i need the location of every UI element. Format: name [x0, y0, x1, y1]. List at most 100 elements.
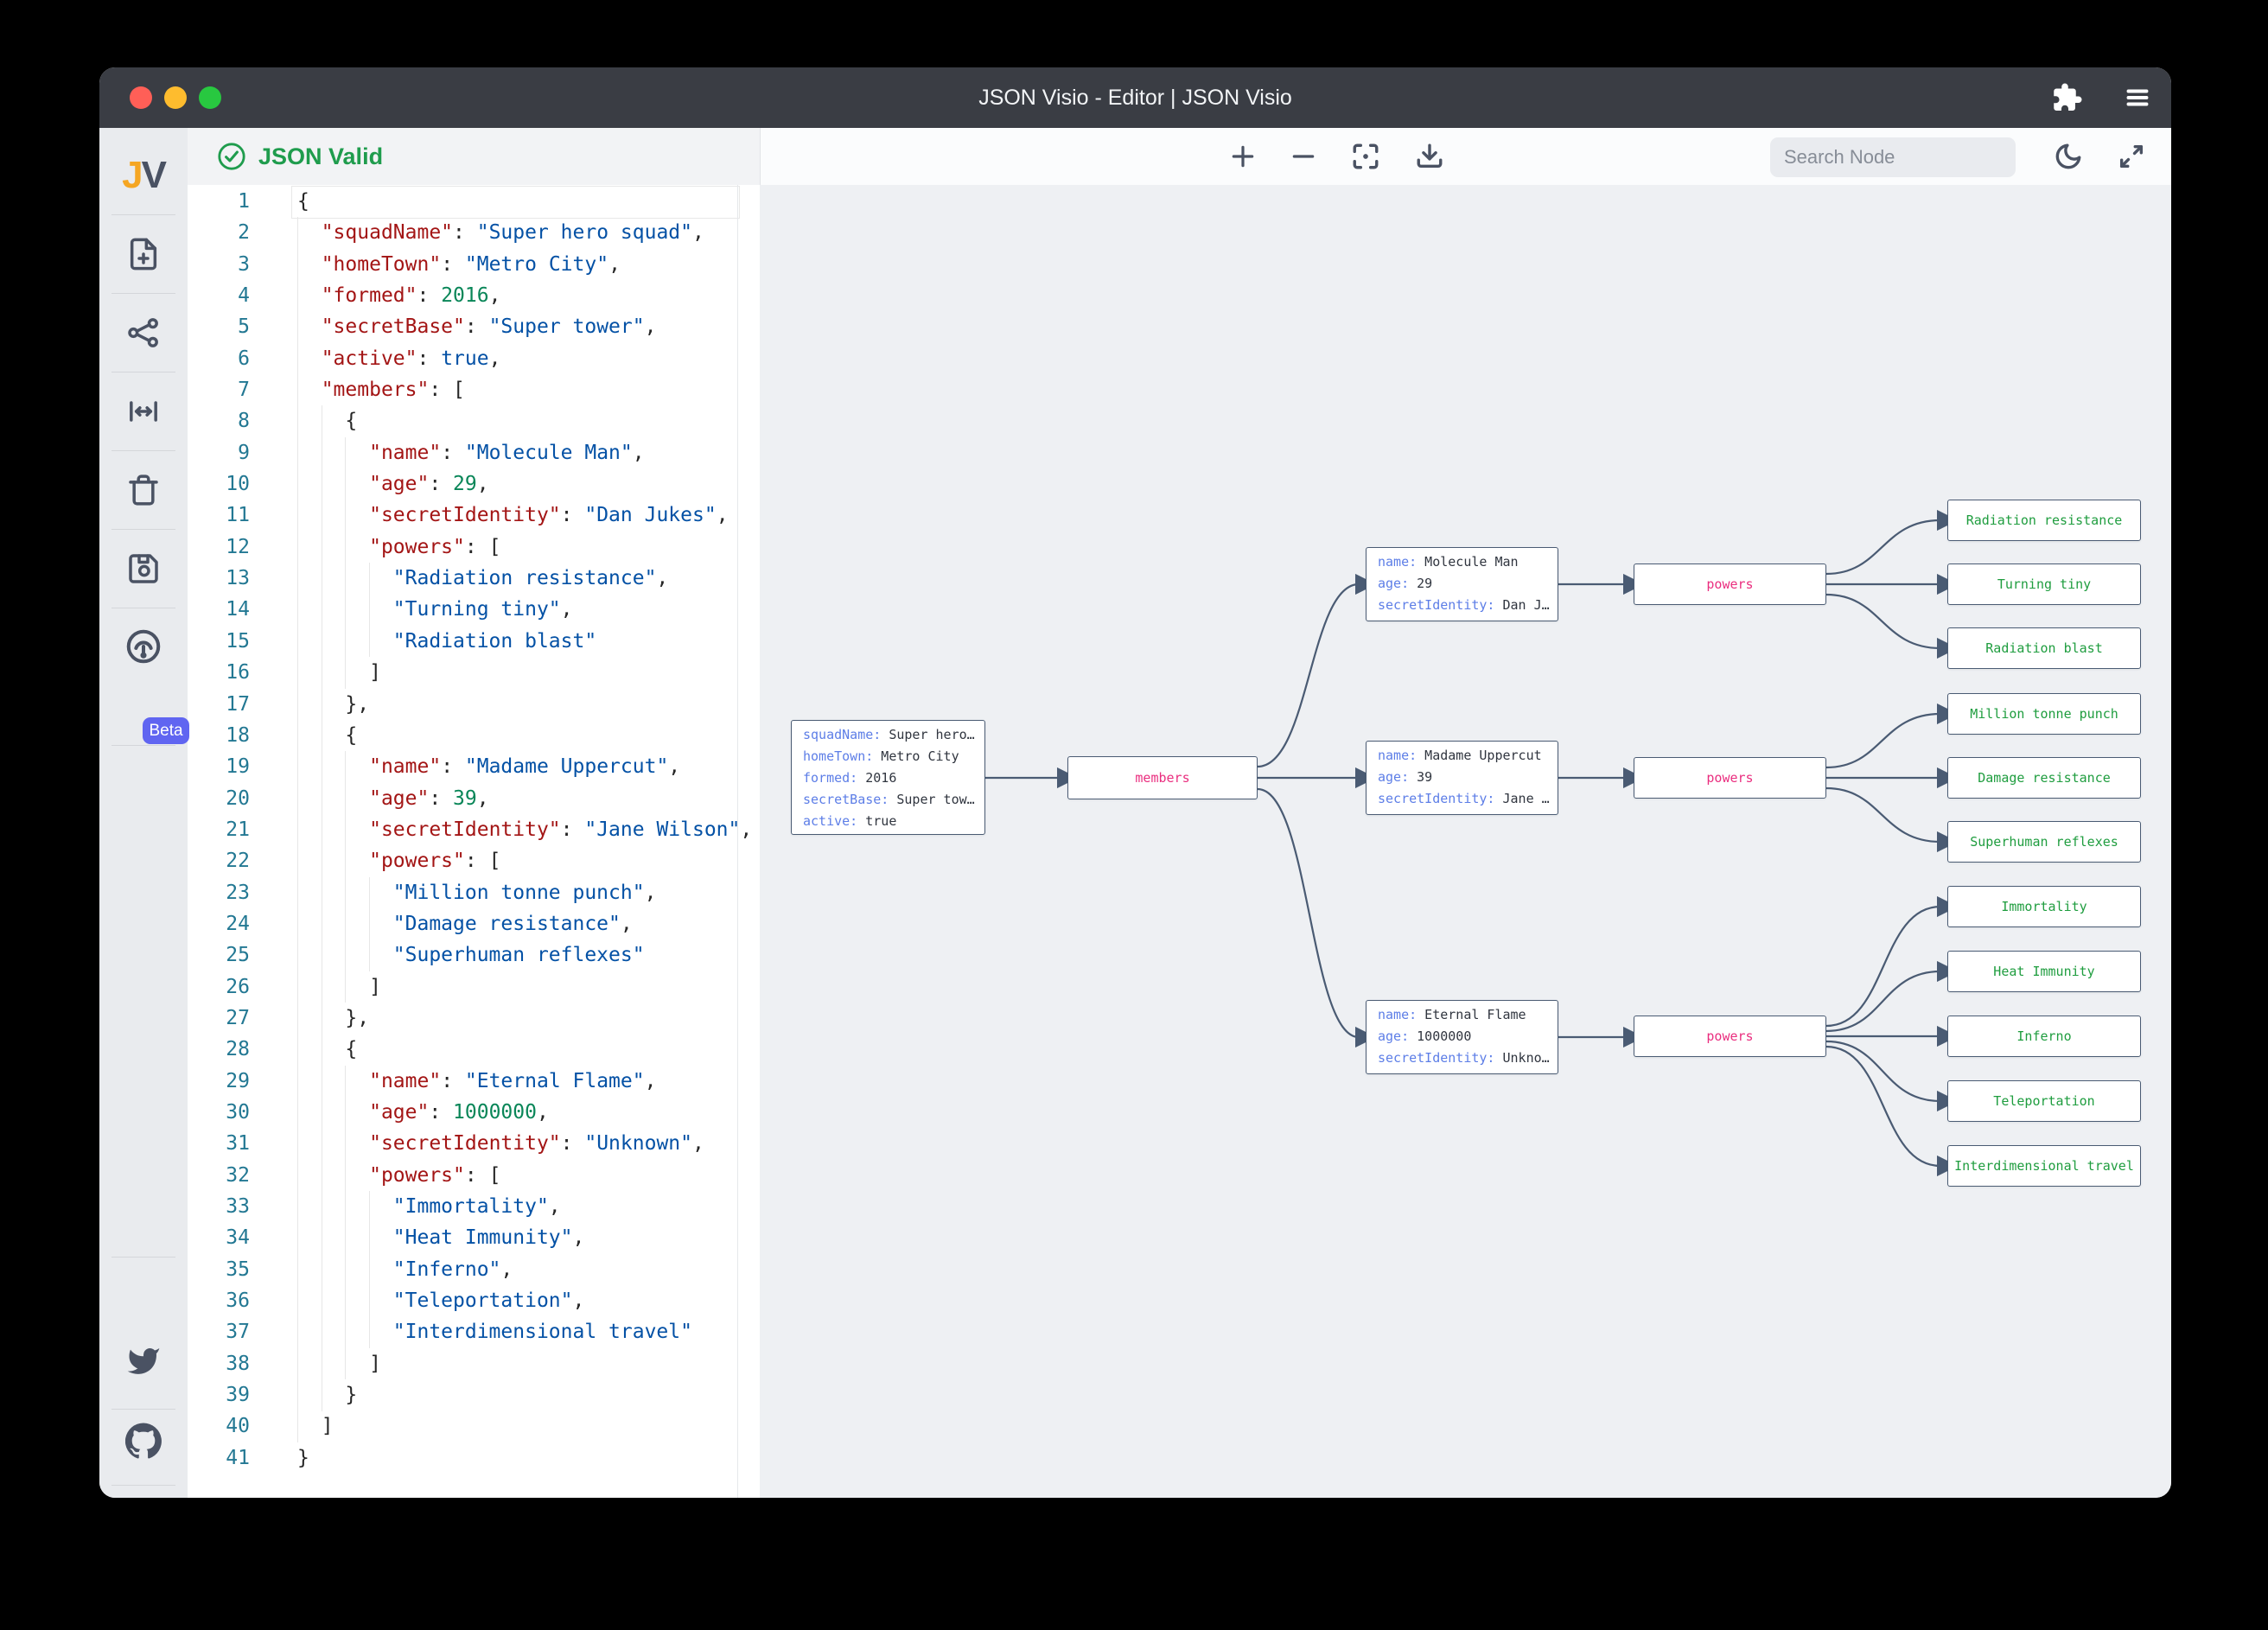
code-text: "Interdimensional travel" [297, 1316, 692, 1347]
save-button[interactable] [99, 543, 188, 595]
graph-node-powers-2[interactable]: powers [1634, 757, 1826, 799]
divider [111, 1485, 175, 1486]
editor-line[interactable]: 24 "Damage resistance", [188, 908, 760, 939]
menu-icon[interactable] [2122, 82, 2153, 113]
graph-node-members[interactable]: members [1067, 756, 1258, 799]
editor-line[interactable]: 19 "name": "Madame Uppercut", [188, 751, 760, 782]
node-label: Damage resistance [1978, 770, 2111, 786]
graph-node-leaf-3d[interactable]: Teleportation [1947, 1080, 2141, 1122]
editor-line[interactable]: 15 "Radiation blast" [188, 626, 760, 657]
editor-line[interactable]: 40 ] [188, 1410, 760, 1442]
extension-icon[interactable] [2052, 82, 2083, 113]
code-text: "members": [ [297, 374, 465, 405]
clear-json-button[interactable] [99, 464, 188, 516]
editor-line[interactable]: 12 "powers": [ [188, 532, 760, 563]
editor-scrollbar[interactable] [737, 185, 738, 1498]
editor-line[interactable]: 37 "Interdimensional travel" [188, 1316, 760, 1347]
graph-node-member-2[interactable]: name: Madame Uppercutage: 39secretIdenti… [1366, 741, 1558, 815]
graph-node-leaf-3e[interactable]: Interdimensional travel [1947, 1145, 2141, 1187]
line-number: 18 [188, 720, 250, 751]
graph-node-leaf-2a[interactable]: Million tonne punch [1947, 693, 2141, 735]
editor-line[interactable]: 41} [188, 1442, 760, 1474]
fullscreen-button[interactable] [2112, 137, 2150, 175]
editor-line[interactable]: 35 "Inferno", [188, 1254, 760, 1285]
zoom-in-button[interactable] [1224, 137, 1262, 175]
graph-node-member-1[interactable]: name: Molecule Manage: 29secretIdentity:… [1366, 547, 1558, 621]
graph-node-powers-3[interactable]: powers [1634, 1016, 1826, 1057]
code-text: "Inferno", [297, 1254, 513, 1285]
graph-node-leaf-2b[interactable]: Damage resistance [1947, 757, 2141, 799]
editor-line[interactable]: 39 } [188, 1379, 760, 1410]
graph-node-powers-1[interactable]: powers [1634, 563, 1826, 605]
editor-line[interactable]: 25 "Superhuman reflexes" [188, 939, 760, 971]
editor-line[interactable]: 38 ] [188, 1348, 760, 1379]
editor-line[interactable]: 4 "formed": 2016, [188, 280, 760, 311]
editor-line[interactable]: 20 "age": 39, [188, 783, 760, 814]
code-text: }, [297, 1003, 369, 1034]
editor-line[interactable]: 5 "secretBase": "Super tower", [188, 311, 760, 342]
editor-line[interactable]: 17 }, [188, 689, 760, 720]
trash-icon [126, 473, 161, 507]
expand-width-button[interactable] [99, 385, 188, 437]
json-editor[interactable]: 1{2 "squadName": "Super hero squad",3 "h… [188, 185, 761, 1498]
editor-line[interactable]: 29 "name": "Eternal Flame", [188, 1066, 760, 1097]
search-node-input[interactable] [1770, 146, 2033, 169]
editor-line[interactable]: 27 }, [188, 1003, 760, 1034]
graph-view-button[interactable] [99, 307, 188, 359]
editor-line[interactable]: 33 "Immortality", [188, 1191, 760, 1222]
graph-node-member-3[interactable]: name: Eternal Flameage: 1000000secretIde… [1366, 1000, 1558, 1074]
code-text: "Radiation resistance", [297, 563, 668, 594]
editor-line[interactable]: 28 { [188, 1034, 760, 1065]
github-link[interactable] [99, 1415, 188, 1467]
moon-icon [2054, 142, 2083, 171]
editor-line[interactable]: 34 "Heat Immunity", [188, 1222, 760, 1253]
editor-line[interactable]: 10 "age": 29, [188, 468, 760, 500]
twitter-link[interactable] [99, 1335, 188, 1387]
graph-node-leaf-1b[interactable]: Turning tiny [1947, 563, 2141, 605]
import-file-button[interactable] [99, 228, 188, 280]
editor-line[interactable]: 21 "secretIdentity": "Jane Wilson", [188, 814, 760, 845]
editor-line[interactable]: 13 "Radiation resistance", [188, 563, 760, 594]
center-view-button[interactable] [1347, 137, 1385, 175]
graph-node-leaf-1a[interactable]: Radiation resistance [1947, 500, 2141, 541]
line-number: 13 [188, 563, 250, 594]
code-text: }, [297, 689, 369, 720]
code-text: ] [297, 1348, 381, 1379]
editor-line[interactable]: 31 "secretIdentity": "Unknown", [188, 1128, 760, 1159]
graph-node-leaf-3b[interactable]: Heat Immunity [1947, 951, 2141, 992]
save-icon [126, 551, 161, 586]
download-icon [1415, 142, 1444, 171]
zoom-out-button[interactable] [1284, 137, 1322, 175]
dark-mode-toggle[interactable] [2049, 137, 2087, 175]
api-mode-button[interactable] [99, 621, 188, 673]
editor-line[interactable]: 36 "Teleportation", [188, 1285, 760, 1316]
editor-line[interactable]: 8 { [188, 405, 760, 436]
editor-line[interactable]: 2 "squadName": "Super hero squad", [188, 217, 760, 248]
editor-line[interactable]: 6 "active": true, [188, 343, 760, 374]
graph-node-leaf-2c[interactable]: Superhuman reflexes [1947, 821, 2141, 863]
editor-line[interactable]: 9 "name": "Molecule Man", [188, 437, 760, 468]
graph-node-leaf-3c[interactable]: Inferno [1947, 1016, 2141, 1057]
editor-line[interactable]: 3 "homeTown": "Metro City", [188, 249, 760, 280]
editor-line[interactable]: 26 ] [188, 971, 760, 1003]
editor-line[interactable]: 23 "Million tonne punch", [188, 877, 760, 908]
graph-node-root[interactable]: squadName: Super hero…homeTown: Metro Ci… [791, 720, 985, 835]
graph-node-leaf-3a[interactable]: Immortality [1947, 886, 2141, 927]
graph-node-leaf-1c[interactable]: Radiation blast [1947, 627, 2141, 669]
editor-line[interactable]: 16 ] [188, 657, 760, 688]
graph-canvas[interactable]: squadName: Super hero…homeTown: Metro Ci… [760, 185, 2171, 1498]
editor-line[interactable]: 11 "secretIdentity": "Dan Jukes", [188, 500, 760, 531]
download-image-button[interactable] [1411, 137, 1449, 175]
editor-line[interactable]: 32 "powers": [ [188, 1160, 760, 1191]
app-logo[interactable]: JV [99, 150, 188, 201]
editor-line[interactable]: 18 { [188, 720, 760, 751]
editor-line[interactable]: 7 "members": [ [188, 374, 760, 405]
patreon-link[interactable] [99, 1491, 188, 1498]
editor-line[interactable]: 14 "Turning tiny", [188, 594, 760, 625]
node-row: secretIdentity: Dan J… [1378, 595, 1558, 616]
node-label: Teleportation [1993, 1093, 2094, 1109]
code-text: "age": 29, [297, 468, 489, 500]
editor-line[interactable]: 30 "age": 1000000, [188, 1097, 760, 1128]
editor-line[interactable]: 22 "powers": [ [188, 845, 760, 876]
editor-line[interactable]: 1{ [188, 186, 760, 217]
